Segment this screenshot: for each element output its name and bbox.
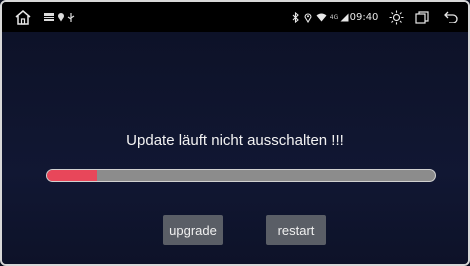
location-icon xyxy=(302,2,313,32)
update-screen: Update läuft nicht ausschalten !!! upgra… xyxy=(2,32,468,264)
recent-apps-icon[interactable] xyxy=(414,2,430,32)
update-progress-bar xyxy=(46,169,436,182)
home-icon[interactable] xyxy=(12,2,34,32)
usb-icon xyxy=(66,2,76,32)
status-bar: 4G 09:40 xyxy=(2,2,468,32)
restart-button[interactable]: restart xyxy=(266,215,326,245)
update-message: Update läuft nicht ausschalten !!! xyxy=(126,132,344,149)
wifi-icon xyxy=(315,2,327,32)
back-icon[interactable] xyxy=(442,2,460,32)
brightness-icon[interactable] xyxy=(388,2,404,32)
location-dot-icon xyxy=(56,2,66,32)
upgrade-button[interactable]: upgrade xyxy=(163,215,223,245)
notification-icon xyxy=(42,2,56,32)
clock-time: 09:40 xyxy=(349,11,379,23)
device-screen: 4G 09:40 Update läuft nicht ausschalten … xyxy=(0,0,470,266)
bluetooth-icon xyxy=(290,2,300,32)
update-progress-fill xyxy=(47,170,98,181)
signal-icon xyxy=(339,2,349,32)
